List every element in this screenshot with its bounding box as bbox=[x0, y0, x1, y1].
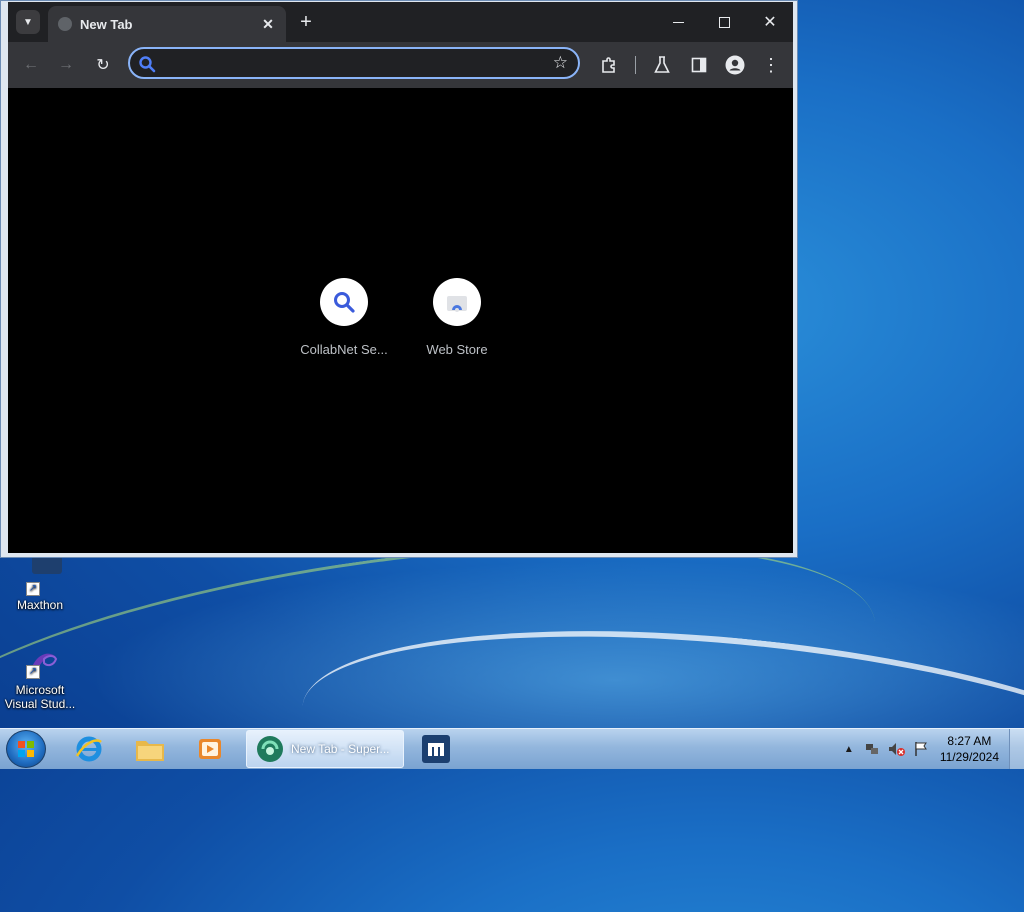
shortcut-arrow-icon: ↗ bbox=[26, 665, 40, 679]
desktop-icon-label: Microsoft Visual Stud... bbox=[4, 683, 76, 711]
windows-logo-icon bbox=[18, 741, 34, 757]
folder-icon bbox=[136, 741, 164, 761]
forward-button[interactable]: → bbox=[54, 53, 78, 77]
address-bar[interactable]: ☆ bbox=[128, 47, 580, 79]
labs-button[interactable] bbox=[650, 53, 674, 77]
tab-title: New Tab bbox=[80, 16, 133, 32]
internet-explorer-icon bbox=[75, 736, 102, 762]
browser-window: ▼ New Tab ✕ + ✕ ← → ↻ ☆ ⋮ CollabNet Se..… bbox=[0, 0, 798, 558]
show-hidden-icons-icon[interactable]: ▲ bbox=[844, 744, 854, 755]
maximize-icon bbox=[718, 16, 730, 28]
taskbar-internet-explorer[interactable] bbox=[60, 731, 118, 767]
visual-studio-icon: ↗ bbox=[20, 645, 60, 681]
bookmark-star-icon[interactable]: ☆ bbox=[553, 53, 568, 73]
volume-muted-icon[interactable] bbox=[888, 741, 906, 757]
taskbar-media-player[interactable] bbox=[181, 731, 239, 767]
globe-icon bbox=[58, 17, 72, 31]
side-panel-button[interactable] bbox=[687, 53, 711, 77]
taskbar: New Tab - Super... ▲ 8:27 AM 11/29/2024 bbox=[0, 728, 1024, 769]
reload-button[interactable]: ↻ bbox=[91, 53, 115, 77]
tab-new-tab[interactable]: New Tab ✕ bbox=[48, 6, 286, 42]
clock-date: 11/29/2024 bbox=[939, 750, 999, 764]
chevron-down-icon: ▼ bbox=[23, 16, 33, 28]
tab-search-button[interactable]: ▼ bbox=[16, 10, 40, 34]
tab-strip: ▼ New Tab ✕ + ✕ bbox=[8, 2, 793, 42]
taskbar-file-explorer[interactable] bbox=[121, 731, 179, 767]
system-tray: ▲ 8:27 AM 11/29/2024 bbox=[844, 729, 1024, 769]
maxthon-icon: ↗ bbox=[20, 556, 62, 596]
taskbar-window-title: New Tab - Super... bbox=[291, 742, 390, 756]
web-store-icon bbox=[447, 296, 467, 312]
show-desktop-button[interactable] bbox=[1009, 729, 1024, 769]
new-tab-page: CollabNet Se... Web Store bbox=[8, 88, 793, 553]
shortcut-tile-collabnet[interactable]: CollabNet Se... bbox=[294, 278, 394, 357]
browser-frame: ▼ New Tab ✕ + ✕ ← → ↻ ☆ ⋮ CollabNet Se..… bbox=[8, 2, 793, 553]
media-player-icon bbox=[199, 739, 221, 759]
clock-time: 8:27 AM bbox=[947, 734, 992, 748]
back-button[interactable]: ← bbox=[19, 53, 43, 77]
maxthon-icon bbox=[422, 735, 450, 763]
close-window-button[interactable]: ✕ bbox=[747, 2, 793, 42]
minimize-icon bbox=[672, 21, 684, 23]
network-icon[interactable] bbox=[864, 741, 880, 757]
profile-button[interactable] bbox=[723, 53, 747, 77]
avatar-icon bbox=[725, 55, 745, 75]
taskbar-active-browser[interactable]: New Tab - Super... bbox=[246, 730, 404, 768]
close-tab-icon[interactable]: ✕ bbox=[258, 16, 278, 33]
extensions-button[interactable] bbox=[597, 53, 621, 77]
taskbar-maxthon[interactable] bbox=[407, 731, 465, 767]
shortcut-arrow-icon: ↗ bbox=[26, 582, 40, 596]
browser-toolbar: ← → ↻ ☆ ⋮ bbox=[8, 42, 793, 88]
tile-label: CollabNet Se... bbox=[300, 342, 388, 357]
maximize-button[interactable] bbox=[701, 2, 747, 42]
tile-label: Web Store bbox=[426, 342, 488, 357]
reload-icon: ↻ bbox=[96, 57, 110, 74]
browser-app-icon bbox=[257, 736, 283, 762]
toolbar-divider bbox=[635, 56, 636, 74]
more-vert-icon: ⋮ bbox=[762, 54, 780, 75]
side-panel-icon bbox=[691, 57, 707, 73]
desktop-icon-visual-studio[interactable]: ↗ Microsoft Visual Stud... bbox=[0, 645, 80, 711]
shortcut-tile-web-store[interactable]: Web Store bbox=[407, 278, 507, 357]
arrow-left-icon: ← bbox=[23, 56, 39, 73]
tile-icon-circle bbox=[320, 278, 368, 326]
action-center-flag-icon[interactable] bbox=[914, 741, 928, 757]
flask-icon bbox=[654, 56, 670, 73]
address-input[interactable] bbox=[164, 53, 538, 75]
puzzle-icon bbox=[602, 57, 615, 73]
desktop-icon-label: Maxthon bbox=[16, 598, 64, 612]
clock[interactable]: 8:27 AM 11/29/2024 bbox=[940, 733, 999, 765]
new-tab-button[interactable]: + bbox=[294, 10, 318, 34]
close-icon: ✕ bbox=[763, 14, 777, 31]
minimize-button[interactable] bbox=[655, 2, 701, 42]
search-icon bbox=[139, 56, 156, 73]
menu-button[interactable]: ⋮ bbox=[759, 53, 783, 77]
tile-icon-circle bbox=[433, 278, 481, 326]
search-icon bbox=[334, 292, 355, 313]
arrow-right-icon: → bbox=[58, 56, 74, 73]
start-button[interactable] bbox=[6, 730, 46, 768]
desktop-icon-maxthon[interactable]: ↗ Maxthon bbox=[0, 556, 80, 612]
